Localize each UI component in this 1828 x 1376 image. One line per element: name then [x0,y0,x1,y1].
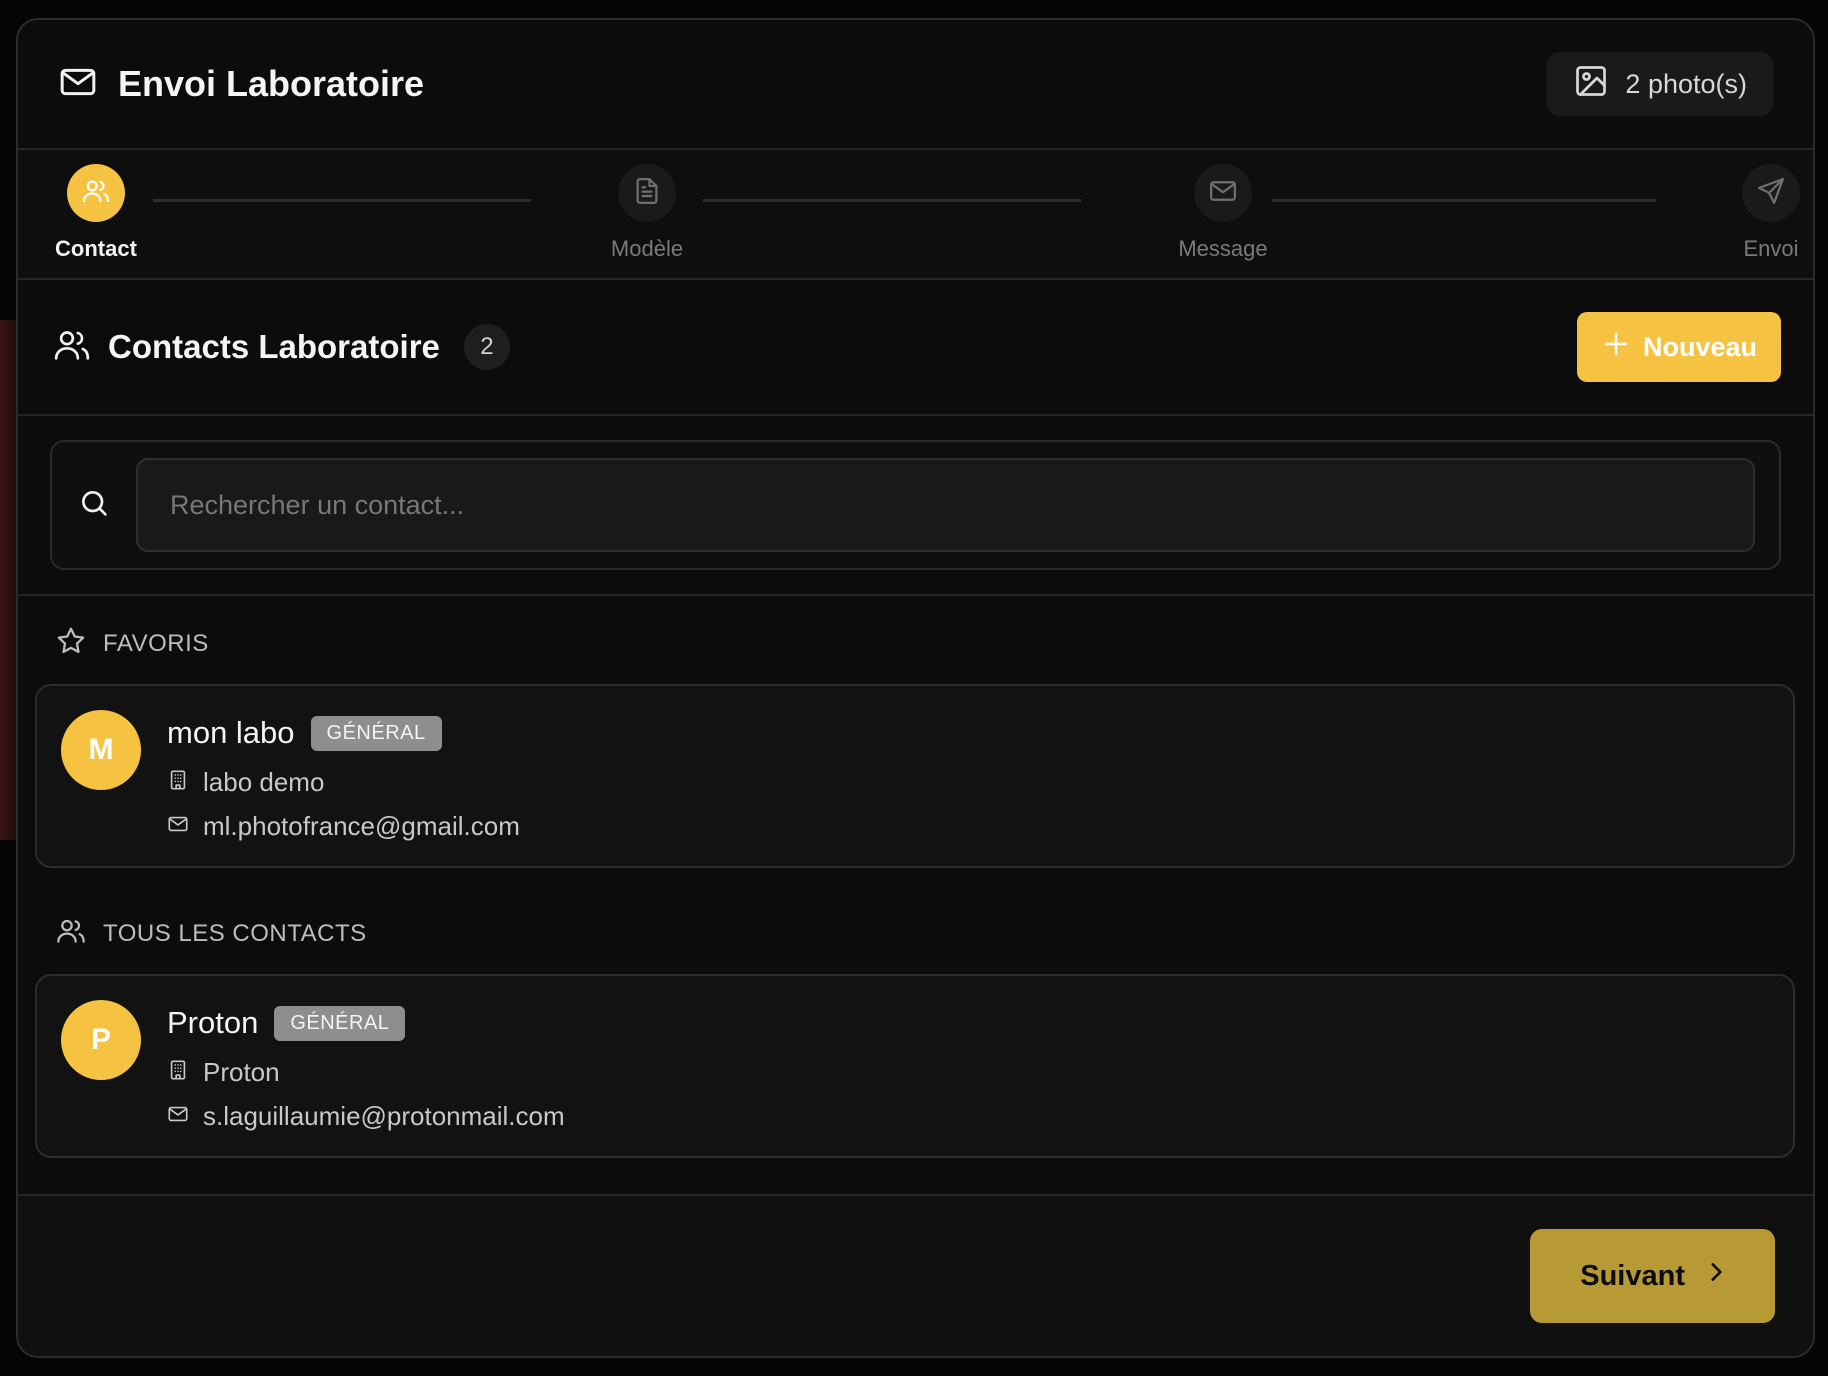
photo-count-badge: 2 photo(s) [1547,52,1773,116]
chevron-right-icon [1703,1259,1729,1293]
favorites-label: FAVORIS [103,630,209,657]
search-input[interactable] [136,458,1755,552]
new-contact-button[interactable]: Nouveau [1576,312,1781,382]
modal-footer: Suivant [18,1194,1813,1356]
contact-name: Proton [167,1005,259,1040]
company-row: Proton [167,1054,565,1090]
image-icon [1573,63,1609,106]
favorites-group-label: FAVORIS [35,618,1795,670]
modal-title: Envoi Laboratoire [118,63,425,104]
plus-icon [1601,329,1631,366]
step-connector [1272,199,1656,202]
step-circle [67,164,125,222]
next-label: Suivant [1580,1259,1685,1292]
category-tag: GÉNÉRAL [310,715,442,751]
email-row: ml.photofrance@gmail.com [167,808,520,844]
email-row: s.laguillaumie@protonmail.com [167,1098,565,1134]
mail-icon [1208,176,1238,211]
star-icon [55,625,87,664]
contact-info: mon labo GÉNÉRAL labo demo ml.photofranc… [167,710,520,842]
contact-name: mon labo [167,715,295,750]
category-tag: GÉNÉRAL [274,1005,406,1041]
avatar: M [61,710,141,790]
search-icon [78,487,110,524]
contact-card[interactable]: M mon labo GÉNÉRAL labo demo ml.photofra… [35,684,1795,868]
contacts-title-group: Contacts Laboratoire 2 [52,324,510,370]
contact-info: Proton GÉNÉRAL Proton s.laguillaumie@pro… [167,1000,565,1132]
building-icon [167,767,189,798]
contacts-header: Contacts Laboratoire 2 Nouveau [18,280,1813,416]
step-circle [1742,164,1800,222]
file-text-icon [632,176,662,211]
contacts-title: Contacts Laboratoire [108,328,440,365]
send-icon [1756,176,1786,211]
step-label: Message [1178,236,1268,261]
contact-company: Proton [203,1056,280,1087]
step-template[interactable]: Modèle [577,164,717,262]
all-contacts-label: TOUS LES CONTACTS [103,920,367,947]
step-message[interactable]: Message [1153,164,1293,262]
next-button[interactable]: Suivant [1530,1229,1775,1323]
step-label: Envoi [1743,236,1799,261]
search-box [50,440,1781,570]
step-circle [618,164,676,222]
contact-email: s.laguillaumie@protonmail.com [203,1100,565,1131]
step-label: Contact [55,236,137,261]
step-label: Modèle [610,236,684,261]
company-row: labo demo [167,764,520,800]
contacts-count-badge: 2 [463,324,510,370]
step-circle [1194,164,1252,222]
stepper: Contact Modèle Message Envoi [18,150,1813,280]
step-connector [703,199,1081,202]
search-section [18,416,1813,596]
contact-email: ml.photofrance@gmail.com [203,810,520,841]
modal-title-group: Envoi Laboratoire [58,62,424,107]
contact-company: labo demo [203,766,325,797]
mail-icon [167,1101,189,1132]
lab-send-modal: Envoi Laboratoire 2 photo(s) Contact Mod… [16,18,1815,1358]
contact-card[interactable]: P Proton GÉNÉRAL Proton s.laguillaumie@p… [35,974,1795,1158]
all-contacts-group-label: TOUS LES CONTACTS [35,908,1795,960]
building-icon [167,1057,189,1088]
new-contact-label: Nouveau [1642,331,1757,362]
photo-count-text: 2 photo(s) [1625,68,1747,99]
avatar: P [61,1000,141,1080]
contact-name-row: Proton GÉNÉRAL [167,1000,565,1046]
contact-name-row: mon labo GÉNÉRAL [167,710,520,756]
step-send[interactable]: Envoi [1701,164,1813,262]
step-contact[interactable]: Contact [26,164,166,262]
users-icon [55,915,87,954]
step-connector [153,199,531,202]
mail-icon [58,62,98,107]
modal-header: Envoi Laboratoire 2 photo(s) [18,20,1813,150]
contacts-list: FAVORIS M mon labo GÉNÉRAL labo demo ml.… [18,596,1813,1196]
users-icon [52,325,92,370]
users-icon [81,176,111,211]
mail-icon [167,811,189,842]
